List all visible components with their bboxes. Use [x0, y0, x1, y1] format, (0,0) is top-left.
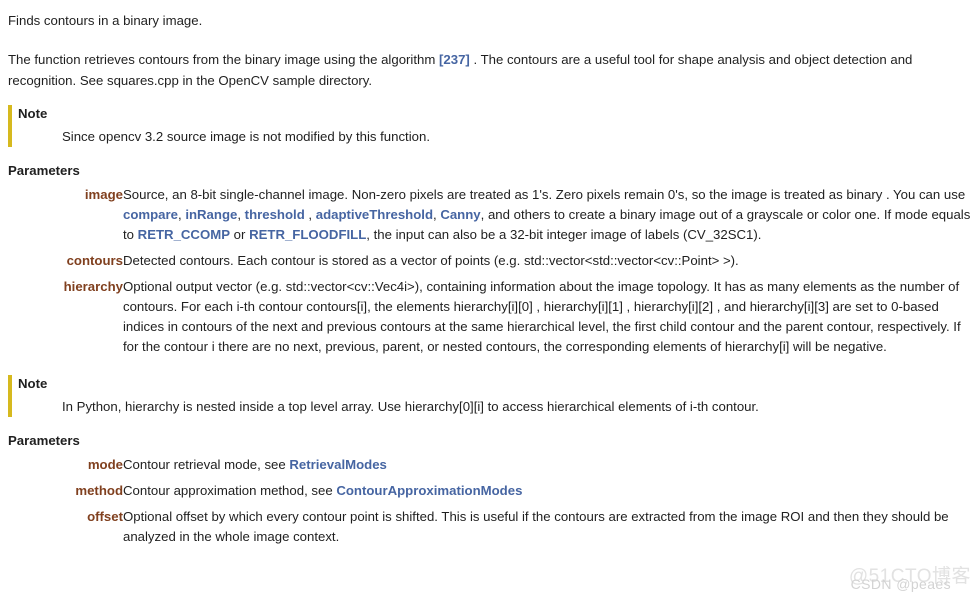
param-name-hierarchy: hierarchy — [63, 279, 123, 294]
param-name-contours: contours — [66, 253, 123, 268]
watermark-csdn: CSDN @peaes — [850, 576, 951, 592]
param-name-offset: offset — [87, 509, 123, 524]
param-desc-method: Contour approximation method, see Contou… — [123, 481, 973, 507]
param-desc-mode: Contour retrieval mode, see RetrievalMod… — [123, 455, 973, 481]
note-title: Note — [18, 106, 48, 121]
param-desc-segment: Source, an 8-bit single-channel image. N… — [123, 187, 966, 202]
table-row: method Contour approximation method, see… — [8, 481, 973, 507]
parameters-heading-1: Parameters — [8, 163, 80, 178]
function-description: The function retrieves contours from the… — [8, 49, 950, 91]
table-row: hierarchy Optional output vector (e.g. s… — [8, 277, 973, 363]
note-block-1: Note Since opencv 3.2 source image is no… — [8, 105, 969, 147]
param-desc-image: Source, an 8-bit single-channel image. N… — [123, 185, 973, 251]
param-desc-segment: Contour approximation method, see — [123, 483, 337, 498]
link-retr-floodfill[interactable]: RETR_FLOODFILL — [249, 227, 366, 242]
note-title: Note — [18, 376, 48, 391]
link-contourapproximationmodes[interactable]: ContourApproximationModes — [336, 483, 522, 498]
param-desc-segment: , — [237, 207, 245, 222]
param-desc-hierarchy: Optional output vector (e.g. std::vector… — [123, 279, 961, 354]
note-body: In Python, hierarchy is nested inside a … — [62, 399, 759, 414]
link-inrange[interactable]: inRange — [185, 207, 237, 222]
link-canny[interactable]: Canny — [440, 207, 480, 222]
param-desc-offset: Optional offset by which every contour p… — [123, 509, 949, 544]
link-threshold[interactable]: threshold — [245, 207, 305, 222]
param-desc-contours: Detected contours. Each contour is store… — [123, 253, 739, 268]
description-text-before-ref: The function retrieves contours from the… — [8, 52, 440, 67]
table-row: contours Detected contours. Each contour… — [8, 251, 973, 277]
link-retr-ccomp[interactable]: RETR_CCOMP — [138, 227, 230, 242]
table-row: mode Contour retrieval mode, see Retriev… — [8, 455, 973, 481]
link-retrievalmodes[interactable]: RetrievalModes — [289, 457, 386, 472]
documentation-page: Finds contours in a binary image. The fu… — [0, 0, 977, 600]
link-compare[interactable]: compare — [123, 207, 178, 222]
table-row: image Source, an 8-bit single-channel im… — [8, 185, 973, 251]
param-desc-segment: , the input can also be a 32-bit integer… — [366, 227, 762, 242]
parameters-table-1: image Source, an 8-bit single-channel im… — [8, 185, 973, 363]
note-body: Since opencv 3.2 source image is not mod… — [62, 129, 430, 144]
param-desc-segment: Contour retrieval mode, see — [123, 457, 290, 472]
link-adaptivethreshold[interactable]: adaptiveThreshold — [316, 207, 433, 222]
note-block-2: Note In Python, hierarchy is nested insi… — [8, 375, 969, 417]
watermark-51cto: @51CTO博客 — [848, 566, 971, 587]
param-name-mode: mode — [87, 457, 123, 472]
param-name-image: image — [84, 187, 123, 202]
param-desc-segment: , — [304, 207, 316, 222]
citation-link-237[interactable]: [237] — [439, 52, 470, 67]
parameters-heading-2: Parameters — [8, 433, 80, 448]
function-summary: Finds contours in a binary image. — [8, 13, 203, 28]
param-desc-segment: or — [230, 227, 250, 242]
table-row: offset Optional offset by which every co… — [8, 507, 973, 553]
parameters-table-2: mode Contour retrieval mode, see Retriev… — [8, 455, 973, 553]
param-name-method: method — [75, 483, 123, 498]
